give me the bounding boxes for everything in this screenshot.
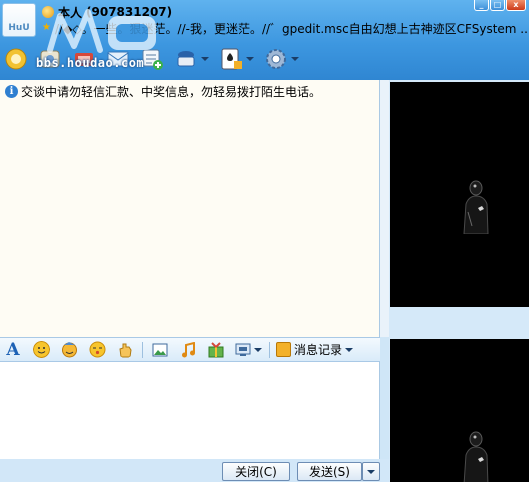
smiley-icon (32, 341, 50, 358)
online-status-icon (42, 6, 54, 18)
close-button[interactable]: 关闭(C) (222, 462, 290, 481)
shake-button[interactable] (114, 340, 136, 360)
remote-video[interactable] (390, 82, 529, 307)
message-input[interactable] (0, 362, 380, 459)
action-bar: 关闭(C) 发送(S) (0, 459, 390, 482)
local-video[interactable] (390, 339, 529, 482)
send-options-button[interactable] (362, 462, 380, 481)
contact-signature: //◆◇。一些。狠迷茫。//-我，更迷茫。//゛gpedit.msc自由幻想上古… (55, 21, 528, 36)
font-button[interactable]: A (2, 340, 24, 360)
panel-splitter[interactable] (380, 80, 389, 337)
video-call-icon (5, 48, 27, 70)
person-silhouette (463, 180, 489, 234)
toolbar-button-settings[interactable] (264, 45, 299, 73)
screenshot-icon (235, 343, 250, 356)
toolbar-button-remote[interactable] (174, 45, 209, 73)
history-icon (276, 342, 291, 357)
signature-row: ★ //◆◇。一些。狠迷茫。//-我，更迷茫。//゛gpedit.msc自由幻想… (42, 20, 528, 36)
maximize-button[interactable]: □ (490, 0, 505, 11)
watermark-text: bbs.houdao.com (36, 56, 145, 70)
chevron-down-icon (367, 469, 375, 474)
contact-avatar[interactable]: HuU (2, 3, 36, 37)
toolbar-separator (269, 341, 270, 358)
format-toolbar: A 消息记录 (0, 337, 380, 362)
person-silhouette (463, 431, 489, 482)
close-window-button[interactable]: x (506, 0, 526, 11)
font-icon: A (6, 339, 20, 360)
title-bar[interactable]: HuU 本人 (907831207) ★ //◆◇。一些。狠迷茫。//-我，更迷… (0, 0, 529, 80)
gift-button[interactable] (205, 340, 227, 360)
chat-history[interactable]: i 交谈中请勿轻信汇款、中奖信息，勿轻易拨打陌生电话。 (0, 80, 380, 337)
image-icon (152, 343, 168, 356)
magic-face-icon (61, 342, 77, 358)
chevron-down-icon[interactable] (201, 57, 209, 61)
security-notice-text: 交谈中请勿轻信汇款、中奖信息，勿轻易拨打陌生电话。 (21, 85, 322, 99)
toolbar-separator (142, 341, 143, 358)
chevron-down-icon[interactable] (246, 57, 254, 61)
star-icon: ★ (42, 22, 51, 33)
remote-assist-icon (177, 51, 195, 67)
game-icon (221, 48, 242, 70)
video-panel (389, 80, 529, 482)
toolbar-button-game[interactable] (219, 45, 254, 73)
chevron-down-icon[interactable] (291, 57, 299, 61)
hand-icon (118, 343, 132, 358)
gift-icon (208, 341, 224, 357)
contact-name: 本人 (58, 5, 83, 20)
contact-id: (907831207) (86, 5, 173, 19)
window-controls: _ □ x (474, 0, 526, 11)
magic-emoji-button[interactable] (58, 340, 80, 360)
security-notice: i 交谈中请勿轻信汇款、中奖信息，勿轻易拨打陌生电话。 (5, 83, 321, 100)
send-image-button[interactable] (149, 340, 171, 360)
toolbar-button-video[interactable] (4, 45, 28, 73)
send-button[interactable]: 发送(S) (297, 462, 362, 481)
minimize-button[interactable]: _ (474, 0, 489, 11)
screenshot-button[interactable] (233, 340, 263, 360)
scrawl-button[interactable] (86, 340, 108, 360)
emoji-button[interactable] (30, 340, 52, 360)
settings-icon (266, 49, 286, 69)
music-icon (182, 341, 195, 357)
music-button[interactable] (177, 340, 199, 360)
info-icon: i (5, 85, 18, 98)
contact-name-row: 本人 (907831207) (42, 4, 172, 20)
chevron-down-icon[interactable] (345, 347, 354, 352)
chevron-down-icon[interactable] (253, 347, 262, 352)
message-history-label: 消息记录 (294, 343, 343, 357)
message-history-button[interactable]: 消息记录 (276, 340, 354, 360)
face-wink-icon (89, 341, 105, 358)
